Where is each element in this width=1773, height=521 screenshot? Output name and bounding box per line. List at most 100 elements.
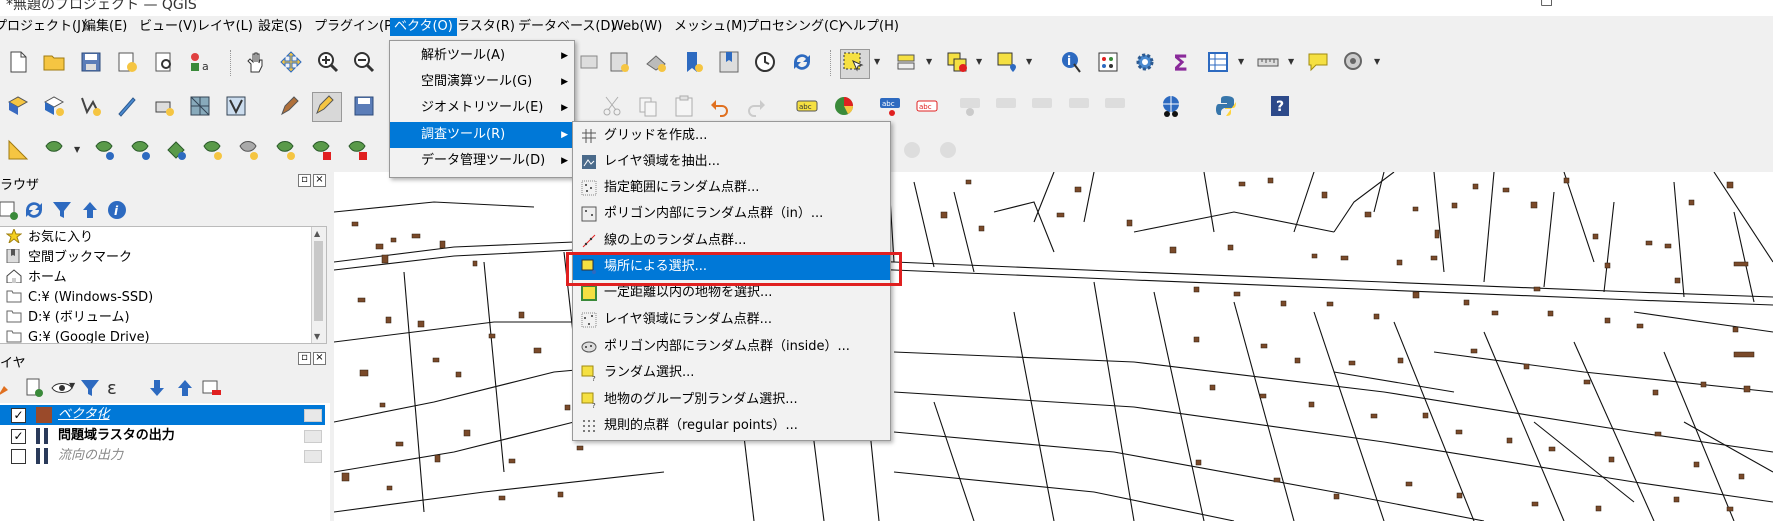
layer-visibility-checkbox[interactable]: ✓ [11,429,26,444]
menu-raster[interactable]: ラスタ(R) [453,18,519,36]
new-geopackage-icon[interactable] [42,94,66,118]
mesh-layer-icon[interactable] [188,94,212,118]
menu-item-geoprocessing-tools[interactable]: 空間演算ツール(G) ▶ [390,69,574,95]
move-label-icon[interactable] [1030,94,1054,118]
zoom-out-icon[interactable] [352,50,376,74]
toggle-editing-icon[interactable] [312,92,342,122]
menu-item-random-points-inside[interactable]: ポリゴン内部にランダム点群（inside）... [573,334,890,360]
select-features-icon[interactable] [840,49,870,79]
locator-search-icon[interactable] [1342,50,1366,74]
browser-item-home[interactable]: ホーム [6,268,67,288]
layer-row-flow-direction[interactable]: 流向の出力 [0,446,325,466]
attribute-table-icon[interactable] [1206,50,1230,74]
label-toolbar-icon[interactable]: abc [795,94,819,118]
show-bookmarks-icon[interactable] [717,50,741,74]
menu-item-extract-layer-extent[interactable]: レイヤ領域を抽出... [573,149,890,175]
identify-features-icon[interactable]: i [1060,50,1084,74]
layer-visibility-checkbox[interactable]: ✓ [11,408,26,423]
layer-row-problem-raster[interactable]: ✓ 問題域ラスタの出力 [0,426,325,446]
menu-web[interactable]: Web(W) [607,18,666,36]
menu-item-data-management-tools[interactable]: データ管理ツール(D) ▶ [390,148,574,174]
refresh-icon[interactable] [790,50,814,74]
filter-expression-icon[interactable]: ε [105,376,123,399]
data-source-manager-icon[interactable] [6,94,30,118]
browser-item-g-drive[interactable]: G:¥ (Google Drive) [6,328,150,343]
help-icon[interactable]: ? [1268,94,1292,118]
chevron-down-icon[interactable]: ▼ [926,50,934,74]
python-console-icon[interactable] [1214,94,1238,118]
layer-visibility-checkbox[interactable] [11,449,26,464]
menu-item-random-points-polygon-in[interactable]: ポリゴン内部にランダム点群（in）... [573,201,890,227]
add-ring-icon[interactable] [200,138,224,162]
remove-layer-icon[interactable] [200,376,221,395]
statistics-sigma-icon[interactable]: Σ [1169,50,1193,74]
menu-item-geometry-tools[interactable]: ジオメトリツール(E) ▶ [390,95,574,121]
edits-pencil-icon[interactable] [278,94,302,118]
menu-mesh[interactable]: メッシュ(M) [670,18,751,36]
chevron-down-icon[interactable]: ▼ [1026,50,1034,74]
zoom-in-icon[interactable] [316,50,340,74]
minimize-button[interactable]: ─ [1488,0,1496,8]
save-project-icon[interactable] [79,50,103,74]
vector-tile-layer-icon[interactable] [224,94,248,118]
new-3d-view-icon[interactable] [644,50,668,74]
info-icon[interactable]: i [105,198,126,219]
scrollbar-thumb[interactable] [314,241,323,321]
select-by-expression-icon[interactable] [895,50,919,74]
virtual-layer-icon[interactable] [152,94,176,118]
attribute-table-calc-icon[interactable] [1096,50,1120,74]
reshape-features-icon[interactable] [900,138,924,162]
redo-icon[interactable] [744,94,768,118]
filter-legend-icon[interactable] [78,376,99,396]
highlight-pinned-labels-icon[interactable]: abc [878,94,902,118]
close-panel-icon[interactable]: × [313,174,326,187]
undo-icon[interactable] [708,94,732,118]
add-part-icon[interactable] [236,138,260,162]
chevron-down-icon[interactable]: ▼ [74,138,82,162]
rotate-label-icon[interactable] [1067,94,1091,118]
menu-vector[interactable]: ベクタ(O) [390,18,457,36]
add-group-icon[interactable] [22,376,43,397]
collapse-all-icon[interactable] [173,376,192,396]
collapse-all-icon[interactable] [78,198,97,218]
browser-scrollbar[interactable]: ▲ ▼ [311,227,326,343]
chevron-down-icon[interactable]: ▼ [1374,50,1382,74]
menu-item-regular-points[interactable]: 規則的点群（regular points）... [573,413,890,439]
change-label-icon[interactable] [1103,94,1127,118]
close-panel-icon[interactable]: × [313,352,326,365]
browser-item-d-drive[interactable]: D:¥ (ボリューム) [6,308,130,328]
new-print-layout-icon[interactable] [115,50,139,74]
paste-features-icon[interactable] [672,94,696,118]
layout-manager-icon[interactable] [152,50,176,74]
menu-item-research-tools[interactable]: 調査ツール(R) ▶ [390,122,574,148]
new-bookmark-icon[interactable] [681,50,705,74]
add-selected-layers-icon[interactable] [0,198,18,220]
delete-part-icon[interactable] [345,138,369,162]
menu-item-random-selection-group[interactable]: ? 地物のグループ別ランダム選択... [573,387,890,413]
menu-help[interactable]: ヘルプ(H) [836,18,903,36]
chevron-down-icon[interactable]: ▼ [1238,50,1246,74]
menu-item-random-points-layer[interactable]: レイヤ領域にランダム点群... [573,307,890,333]
deselect-all-icon[interactable] [945,50,969,74]
select-by-location-toolbar-icon[interactable] [995,50,1019,74]
menu-plugins[interactable]: プラグイン(P) [310,18,401,36]
new-shapefile-icon[interactable] [79,94,103,118]
browser-item-favorites[interactable]: お気に入り [5,227,93,248]
map-canvas[interactable] [334,172,1773,521]
globe-plugin-icon[interactable] [1159,94,1183,118]
float-panel-icon[interactable]: ▫ [298,174,311,187]
menu-item-create-grid[interactable]: グリッドを作成... [573,123,890,149]
menu-item-random-points-extent[interactable]: 指定範囲にランダム点群... [573,175,890,201]
menu-item-random-selection[interactable]: ? ランダム選択... [573,360,890,386]
restore-button[interactable]: □ [1540,0,1553,8]
scale-feature-icon[interactable] [128,138,152,162]
cad-tools-icon[interactable] [6,138,30,162]
menu-item-analysis-tools[interactable]: 解析ツール(A) ▶ [390,43,574,69]
layer-indicator-icon[interactable] [304,450,322,463]
menu-edit[interactable]: 編集(E) [79,18,131,36]
pin-label-icon[interactable] [958,94,982,118]
chevron-down-icon[interactable]: ▼ [69,374,77,398]
menu-database[interactable]: データベース(D) [514,18,620,36]
show-hide-labels-icon[interactable]: abc [915,94,939,118]
menu-project[interactable]: プロジェクト(J) [0,18,90,36]
